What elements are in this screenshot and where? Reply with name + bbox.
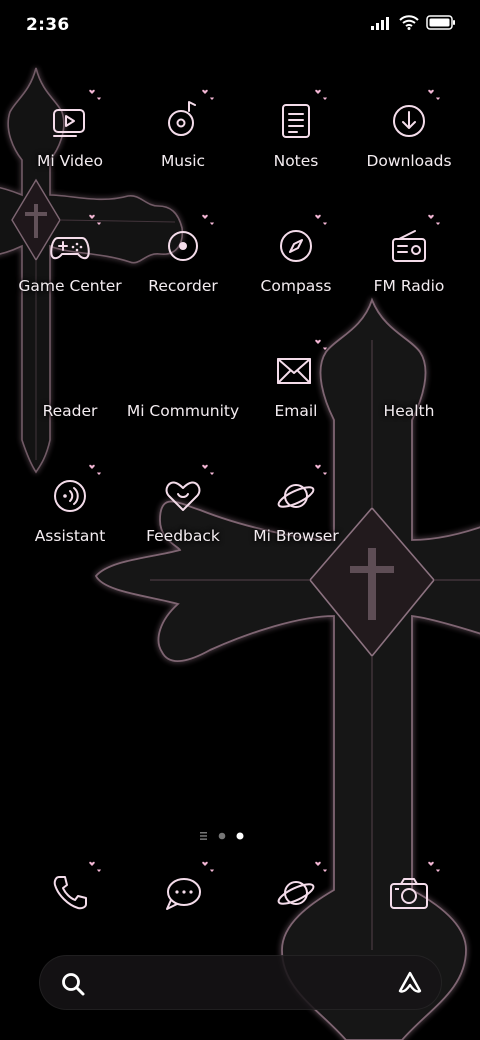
browser-planet-icon[interactable] [272, 472, 320, 520]
app-compass[interactable]: Compass [236, 214, 356, 332]
dock-icon-container [385, 861, 440, 917]
app-icon-container [159, 89, 214, 145]
page-indicator [200, 832, 244, 840]
app-icon-container [272, 89, 327, 145]
hearts-decoration-icon [428, 214, 440, 225]
app-label: Reader [42, 402, 98, 420]
camera-icon[interactable] [385, 869, 433, 917]
status-icons [370, 15, 456, 30]
app-icon-container [159, 214, 214, 270]
app-email[interactable]: Email [236, 339, 356, 457]
page-dot-active[interactable] [236, 832, 244, 840]
dock-phone[interactable] [10, 861, 130, 929]
video-icon[interactable] [46, 97, 94, 145]
app-fm-radio[interactable]: FM Radio [349, 214, 469, 332]
app-label: Notes [273, 152, 319, 170]
signal-icon [371, 16, 389, 30]
hearts-decoration-icon [315, 89, 327, 100]
hearts-decoration-icon [428, 89, 440, 100]
compass-icon[interactable] [272, 222, 320, 270]
phone-icon[interactable] [46, 869, 94, 917]
app-icon-container [46, 464, 101, 520]
app-label: Downloads [366, 152, 452, 170]
feedback-heart-icon[interactable] [159, 472, 207, 520]
hearts-decoration-icon [315, 214, 327, 225]
dock-browser[interactable] [236, 861, 356, 929]
app-mi-community[interactable]: Mi Community [123, 347, 243, 457]
dock-camera[interactable] [349, 861, 469, 929]
app-label: Music [160, 152, 206, 170]
hearts-decoration-icon [202, 464, 214, 475]
radio-icon[interactable] [385, 222, 433, 270]
music-icon[interactable] [159, 97, 207, 145]
browser-planet-icon[interactable] [272, 869, 320, 917]
dock-icon-container [272, 861, 327, 917]
hearts-decoration-icon [202, 861, 214, 872]
dock-icon-container [159, 861, 214, 917]
hearts-decoration-icon [89, 214, 101, 225]
dock-icon-container [46, 861, 101, 917]
status-bar: 2:36 [0, 0, 480, 52]
app-recorder[interactable]: Recorder [123, 214, 243, 332]
app-label: Assistant [34, 527, 106, 545]
app-icon-container [385, 214, 440, 270]
app-icon-container [46, 214, 101, 270]
app-icon-container [159, 464, 214, 520]
app-mi-video[interactable]: Mi Video [10, 89, 130, 207]
hearts-decoration-icon [202, 214, 214, 225]
app-music[interactable]: Music [123, 89, 243, 207]
app-label: Email [274, 402, 318, 420]
page-indicator-list [200, 832, 207, 840]
hearts-decoration-icon [89, 464, 101, 475]
app-icon-container [46, 347, 94, 395]
app-label: Mi Browser [253, 527, 339, 545]
notes-icon[interactable] [272, 97, 320, 145]
hearts-decoration-icon [89, 89, 101, 100]
app-icon-container [46, 89, 101, 145]
app-label: Feedback [146, 527, 220, 545]
app-label: Game Center [18, 277, 122, 295]
email-icon[interactable] [272, 347, 320, 395]
hearts-decoration-icon [89, 861, 101, 872]
assistant-icon[interactable] [46, 472, 94, 520]
hearts-decoration-icon [315, 861, 327, 872]
app-icon-container [159, 347, 207, 395]
search-icon[interactable] [60, 971, 86, 997]
hearts-decoration-icon [315, 339, 327, 350]
gamepad-icon[interactable] [46, 222, 94, 270]
download-icon[interactable] [385, 97, 433, 145]
dock-messages[interactable] [123, 861, 243, 929]
app-icon-container [272, 339, 327, 395]
recorder-icon[interactable] [159, 222, 207, 270]
app-label: Recorder [148, 277, 218, 295]
search-bar[interactable] [39, 955, 442, 1010]
app-icon-container [272, 464, 327, 520]
battery-icon [426, 15, 455, 30]
app-icon-container [272, 214, 327, 270]
app-icon-container [385, 347, 433, 395]
app-label: Health [383, 402, 435, 420]
hearts-decoration-icon [202, 89, 214, 100]
app-notes[interactable]: Notes [236, 89, 356, 207]
app-health[interactable]: Health [349, 347, 469, 457]
app-label: Compass [260, 277, 332, 295]
status-time: 2:36 [26, 15, 70, 35]
wifi-icon [399, 15, 419, 30]
app-feedback[interactable]: Feedback [123, 464, 243, 582]
app-label: Mi Video [36, 152, 104, 170]
app-assistant[interactable]: Assistant [10, 464, 130, 582]
app-label: Mi Community [126, 402, 240, 420]
app-mi-browser[interactable]: Mi Browser [236, 464, 356, 582]
page-dot[interactable] [218, 832, 226, 840]
app-game-center[interactable]: Game Center [10, 214, 130, 332]
app-downloads[interactable]: Downloads [349, 89, 469, 207]
hearts-decoration-icon [428, 861, 440, 872]
app-vault-icon[interactable] [396, 969, 424, 997]
hearts-decoration-icon [315, 464, 327, 475]
app-reader[interactable]: Reader [10, 347, 130, 457]
app-icon-container [385, 89, 440, 145]
app-label: FM Radio [373, 277, 445, 295]
message-bubble-icon[interactable] [159, 869, 207, 917]
